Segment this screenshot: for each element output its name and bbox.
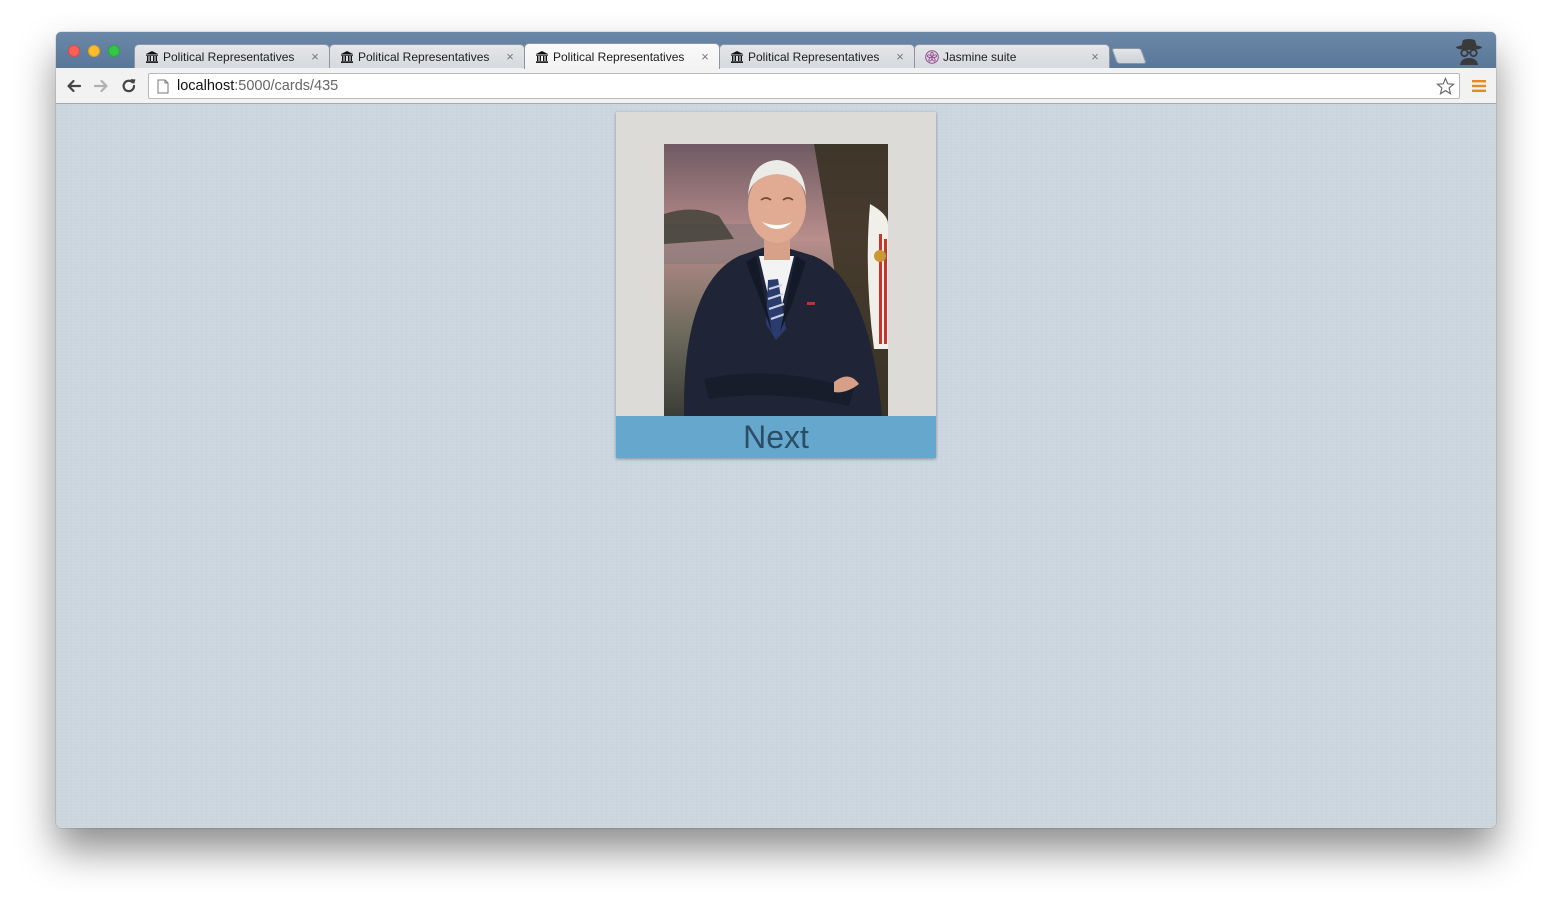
close-tab-icon[interactable]: × — [894, 50, 906, 63]
address-bar[interactable]: localhost:5000/cards/435 — [148, 73, 1460, 99]
close-window-button[interactable] — [68, 45, 80, 57]
page-icon — [157, 79, 169, 93]
tab-title: Political Representatives — [358, 49, 490, 64]
reload-icon[interactable] — [119, 76, 139, 96]
url-host: localhost — [177, 78, 235, 94]
url-path: :5000/cards/435 — [234, 78, 339, 94]
browser-window: Political Representatives × Political Re… — [56, 32, 1496, 828]
zoom-window-button[interactable] — [108, 45, 120, 57]
close-tab-icon[interactable]: × — [309, 50, 321, 63]
next-button[interactable]: Next — [616, 416, 936, 458]
tab-title: Jasmine suite — [943, 49, 1017, 64]
tab-political-representatives-1[interactable]: Political Representatives × — [134, 44, 330, 68]
tab-political-representatives-2[interactable]: Political Representatives × — [329, 44, 525, 68]
jasmine-flower-icon — [925, 49, 939, 64]
menu-icon[interactable] — [1472, 79, 1486, 93]
building-columns-icon — [341, 50, 353, 63]
tab-title: Political Representatives — [553, 49, 685, 64]
tab-strip: Political Representatives × Political Re… — [56, 32, 1496, 69]
tab-jasmine-suite[interactable]: Jasmine suite × — [914, 44, 1110, 68]
minimize-window-button[interactable] — [88, 45, 100, 57]
tab-political-representatives-4[interactable]: Political Representatives × — [719, 44, 915, 68]
new-tab-button[interactable] — [1111, 48, 1147, 64]
tab-political-representatives-active[interactable]: Political Representatives × — [524, 43, 720, 69]
browser-toolbar: localhost:5000/cards/435 — [56, 68, 1496, 104]
building-columns-icon — [146, 50, 158, 63]
building-columns-icon — [731, 50, 743, 63]
tab-title: Political Representatives — [163, 49, 295, 64]
forward-arrow-icon[interactable] — [91, 76, 111, 96]
close-tab-icon[interactable]: × — [1089, 50, 1101, 63]
close-tab-icon[interactable]: × — [504, 50, 516, 63]
building-columns-icon — [536, 50, 548, 63]
bookmark-star-icon[interactable] — [1436, 77, 1455, 96]
representative-photo — [664, 144, 888, 416]
incognito-icon — [1456, 39, 1482, 65]
back-arrow-icon[interactable] — [64, 76, 84, 96]
page-content: Next — [56, 104, 1496, 828]
close-tab-icon[interactable]: × — [699, 50, 711, 63]
representative-card: Next — [616, 112, 936, 458]
tab-title: Political Representatives — [748, 49, 880, 64]
